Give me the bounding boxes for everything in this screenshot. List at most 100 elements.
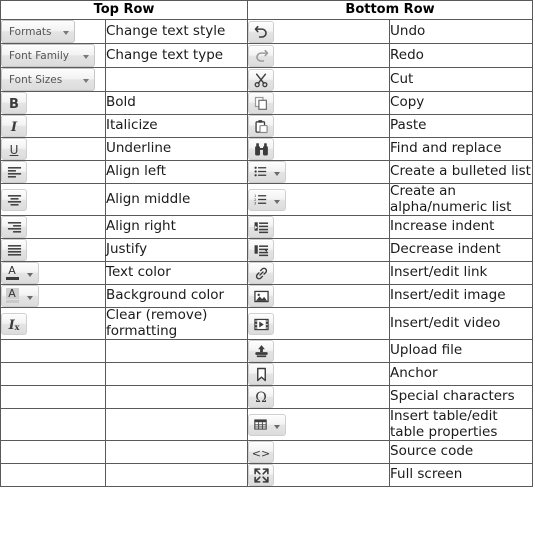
video-icon[interactable] <box>248 312 275 335</box>
justify-icon-glyph <box>2 243 26 258</box>
bottom-row-icon-cell: <> <box>247 440 391 465</box>
font-family-dropdown-label: Font Family <box>9 50 69 62</box>
bottom-row-label-cell: Full screen <box>389 463 534 488</box>
align-right-icon[interactable] <box>1 216 27 239</box>
numbered-list-icon-wrapper: 123 <box>248 188 287 211</box>
bottom-row-icon-cell <box>247 339 391 364</box>
background-color-icon[interactable]: A <box>1 285 39 308</box>
increase-indent-icon-glyph <box>249 220 273 235</box>
formats-dropdown-label: Formats <box>9 26 52 38</box>
binoculars-find-replace-icon[interactable] <box>248 138 275 160</box>
top-row-icon-cell <box>0 408 106 442</box>
bottom-row-label-cell: Anchor <box>389 362 534 387</box>
bottom-row-icon-cell <box>247 160 391 184</box>
top-row-label-cell <box>104 408 249 442</box>
align-left-icon[interactable] <box>1 161 27 183</box>
special-characters-icon[interactable]: Ω <box>248 386 275 409</box>
toolbar-reference-table: Top Row Bottom Row Formats Change text st… <box>0 0 534 488</box>
top-row-icon-cell: Font Sizes <box>0 67 106 92</box>
table-row: Align middle 1 2 3 Create an alpha/numeric l… <box>0 182 534 217</box>
numbered-list-icon[interactable]: 123 <box>248 188 287 211</box>
redo-icon[interactable] <box>248 44 275 67</box>
insert-table-icon[interactable] <box>248 413 287 436</box>
bold-icon[interactable]: B <box>1 92 27 114</box>
image-icon-glyph <box>249 289 273 304</box>
font-family-dropdown[interactable]: Font Family <box>1 44 95 67</box>
table-row: Justify Decrease indent <box>0 238 534 263</box>
bottom-row-label-cell: Create a bulleted list <box>389 160 534 184</box>
table-body: Formats Change text style Undo Font Family C… <box>0 19 534 488</box>
align-left-icon-glyph <box>2 165 26 180</box>
top-row-label-cell: Background color <box>104 284 249 309</box>
bottom-row-icon-cell <box>247 238 391 263</box>
top-row-icon-cell: I <box>0 114 106 138</box>
link-icon[interactable] <box>248 262 275 285</box>
special-characters-icon-glyph: Ω <box>255 390 267 407</box>
top-row-label-cell <box>104 362 249 387</box>
bottom-row-label-cell: Insert/edit image <box>389 284 534 309</box>
paste-clipboard-icon[interactable] <box>248 115 275 137</box>
top-row-icon-cell <box>0 339 106 364</box>
cut-scissors-icon[interactable] <box>248 68 275 91</box>
italic-icon[interactable]: I <box>1 115 27 137</box>
table-row: Align left Create a bulleted list <box>0 160 534 184</box>
decrease-indent-icon[interactable] <box>248 239 275 262</box>
bottom-row-label-cell: Copy <box>389 91 534 115</box>
bottom-row-icon-cell <box>247 114 391 138</box>
upload-file-icon[interactable] <box>248 340 275 363</box>
clear-formatting-icon[interactable]: Ix <box>1 312 27 335</box>
top-row-label-cell <box>104 385 249 410</box>
top-row-icon-cell <box>0 182 106 217</box>
table-row: <> Source code <box>0 440 534 465</box>
table-row: Font Sizes Cut <box>0 67 534 92</box>
anchor-bookmark-icon[interactable] <box>248 363 275 386</box>
table-header-row: Top Row Bottom Row <box>0 0 534 20</box>
bottom-row-label-cell: Paste <box>389 114 534 138</box>
redo-icon-glyph <box>249 49 273 64</box>
table-row: Ω Special characters <box>0 385 534 410</box>
bottom-row-label-cell: Source code <box>389 440 534 465</box>
bottom-row-icon-cell <box>247 261 391 286</box>
table-row: Align right Increase indent <box>0 215 534 240</box>
bottom-row-icon-cell <box>247 67 391 92</box>
top-row-icon-cell <box>0 160 106 184</box>
paste-clipboard-icon-glyph <box>249 119 273 134</box>
underline-icon[interactable]: U <box>1 138 27 160</box>
source-code-icon[interactable]: <> <box>248 441 275 464</box>
bottom-row-label-cell: Increase indent <box>389 215 534 240</box>
chevron-down-icon <box>63 31 69 35</box>
bulleted-list-icon[interactable] <box>248 161 287 183</box>
top-row-label-cell: Change text type <box>104 43 249 68</box>
undo-icon-glyph <box>249 25 273 40</box>
full-screen-icon[interactable] <box>248 464 275 487</box>
source-code-icon-glyph: <> <box>251 447 271 461</box>
chevron-down-icon <box>83 55 89 59</box>
align-center-icon[interactable] <box>1 188 27 211</box>
bottom-row-label-cell: Insert/edit link <box>389 261 534 286</box>
increase-indent-icon[interactable] <box>248 216 275 239</box>
top-row-icon-cell <box>0 215 106 240</box>
top-row-icon-cell: A <box>0 284 106 309</box>
text-color-icon[interactable]: A <box>1 262 39 285</box>
top-row-label-cell: Align right <box>104 215 249 240</box>
bottom-row-label-cell: Find and replace <box>389 137 534 161</box>
top-row-label-cell: Align middle <box>104 182 249 217</box>
align-right-icon-glyph <box>2 220 26 235</box>
top-row-label-cell <box>104 339 249 364</box>
font-sizes-dropdown[interactable]: Font Sizes <box>1 68 95 91</box>
table-row: Anchor <box>0 362 534 387</box>
undo-icon[interactable] <box>248 20 275 43</box>
table-row: A Background color Insert/edit image <box>0 284 534 309</box>
top-row-icon-cell: Ix <box>0 307 106 341</box>
top-row-icon-cell <box>0 238 106 263</box>
image-icon[interactable] <box>248 285 275 308</box>
justify-icon[interactable] <box>1 239 27 262</box>
top-row-icon-cell: U <box>0 137 106 161</box>
formats-dropdown[interactable]: Formats <box>1 20 75 43</box>
bottom-row-icon-cell <box>247 43 391 68</box>
align-center-icon-glyph <box>2 193 26 208</box>
top-row-label-cell: Text color <box>104 261 249 286</box>
background-color-icon-wrapper: A <box>1 285 39 308</box>
copy-icon[interactable] <box>248 92 275 114</box>
top-row-icon-cell <box>0 362 106 387</box>
